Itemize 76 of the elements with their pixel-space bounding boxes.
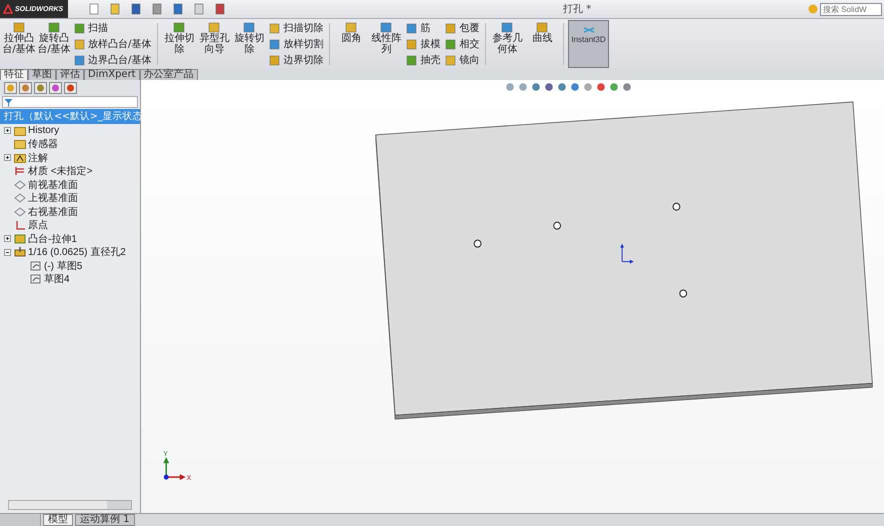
ribbon-tab[interactable]: 特征 [0, 69, 28, 80]
ribbon-tab[interactable]: DimXpert [84, 69, 140, 80]
ribbon-button[interactable]: 线性阵列 [369, 20, 404, 68]
expand-icon[interactable] [4, 127, 11, 134]
toolbar-icon[interactable] [151, 3, 163, 15]
ribbon-button[interactable]: 边界凸台/基体 [72, 53, 154, 67]
tree-item[interactable]: 1/16 (0.0625) 直径孔2 [28, 245, 126, 260]
instant3d-toggle[interactable]: Instant3D [568, 20, 609, 68]
tree-item[interactable]: 前视基准面 [28, 178, 78, 192]
folder-icon [14, 126, 26, 136]
ribbon-button[interactable]: 拉伸切除 [162, 20, 196, 68]
tree-item[interactable]: 右视基准面 [28, 204, 78, 219]
ribbon-button[interactable]: 参考几何体 [490, 20, 524, 68]
toolbar-icon[interactable] [130, 3, 142, 15]
ribbon-button[interactable]: 拔模 [404, 37, 442, 51]
material-icon [14, 166, 26, 176]
tree-item[interactable]: 凸台-拉伸1 [28, 232, 77, 246]
tree-item[interactable]: 传感器 [28, 137, 58, 152]
ribbon-button[interactable]: 异型孔向导 [197, 20, 232, 68]
search-field[interactable]: 搜索 SolidW [820, 2, 882, 16]
ribbon-button[interactable]: 扫描 [72, 21, 154, 35]
ribbon-tab[interactable]: 办公室产品 [140, 69, 198, 80]
plane-icon [14, 180, 26, 190]
toolbar-icon[interactable] [193, 3, 205, 15]
ribbon-button[interactable]: 相交 [443, 37, 482, 51]
tree-item[interactable]: History [28, 125, 60, 136]
ribbon-button[interactable]: 旋转切除 [232, 20, 266, 68]
annotation-icon [14, 152, 26, 163]
filter-bar[interactable] [2, 96, 138, 108]
tree-item[interactable]: 草图4 [44, 272, 70, 286]
sketch-icon [30, 274, 42, 284]
model-tab[interactable]: 运动算例 1 [75, 514, 135, 526]
panel-tab-icon[interactable] [34, 82, 47, 94]
ribbon-tab[interactable]: 评估 [56, 69, 84, 80]
tree-item[interactable]: 材质 <未指定> [28, 164, 92, 178]
panel-tab-icon[interactable] [49, 82, 62, 94]
panel-tab-icon[interactable] [19, 82, 32, 94]
origin-icon [14, 220, 26, 230]
ribbon-button[interactable]: 放样切割 [267, 37, 326, 51]
toolbar-icon[interactable] [214, 3, 226, 15]
ribbon-button[interactable]: 包覆 [443, 21, 482, 35]
logo-icon [3, 4, 13, 14]
ribbon-button[interactable]: 边界切除 [267, 53, 326, 67]
arrows-icon [582, 25, 594, 35]
origin-triad-icon [620, 244, 634, 264]
axis-triad-icon [163, 457, 186, 480]
panel-tab-icon[interactable] [64, 82, 77, 94]
window-title: 打孔 * [562, 2, 592, 16]
ribbon-button[interactable]: 镜向 [443, 53, 482, 67]
model-tab[interactable]: 模型 [43, 514, 73, 526]
ribbon-button[interactable]: 抽壳 [404, 53, 442, 67]
sketch-icon [30, 260, 42, 271]
drill-icon [14, 247, 26, 258]
toolbar-icon[interactable] [109, 3, 121, 15]
plane-icon [14, 193, 26, 204]
ribbon-button[interactable]: 放样凸台/基体 [72, 37, 154, 51]
ribbon-button[interactable]: 筋 [404, 21, 442, 35]
ribbon-button[interactable]: 扫描切除 [267, 21, 326, 35]
tree-item[interactable]: 上视基准面 [28, 191, 78, 206]
tree-item[interactable]: 注解 [28, 150, 48, 165]
toolbar-icon[interactable] [88, 3, 100, 15]
ribbon-button[interactable]: 曲线 [525, 20, 560, 68]
tree-item[interactable]: 原点 [28, 218, 48, 232]
folder-icon [14, 139, 26, 150]
tree-item[interactable]: (-) 草图5 [44, 258, 82, 273]
ribbon-tab[interactable]: 草图 [28, 69, 56, 80]
panel-tab-icon[interactable] [4, 82, 17, 94]
expand-icon[interactable] [4, 154, 11, 162]
collapse-icon[interactable] [4, 248, 11, 256]
expand-icon[interactable] [4, 235, 11, 242]
ribbon-button[interactable]: 圆角 [334, 20, 368, 68]
ribbon-button[interactable]: 旋转凸台/基体 [37, 20, 71, 68]
plane-icon [14, 206, 26, 217]
ribbon-button[interactable]: 拉伸凸台/基体 [2, 20, 36, 68]
toolbar-icon[interactable] [172, 3, 184, 15]
horizontal-scrollbar[interactable] [8, 500, 132, 510]
